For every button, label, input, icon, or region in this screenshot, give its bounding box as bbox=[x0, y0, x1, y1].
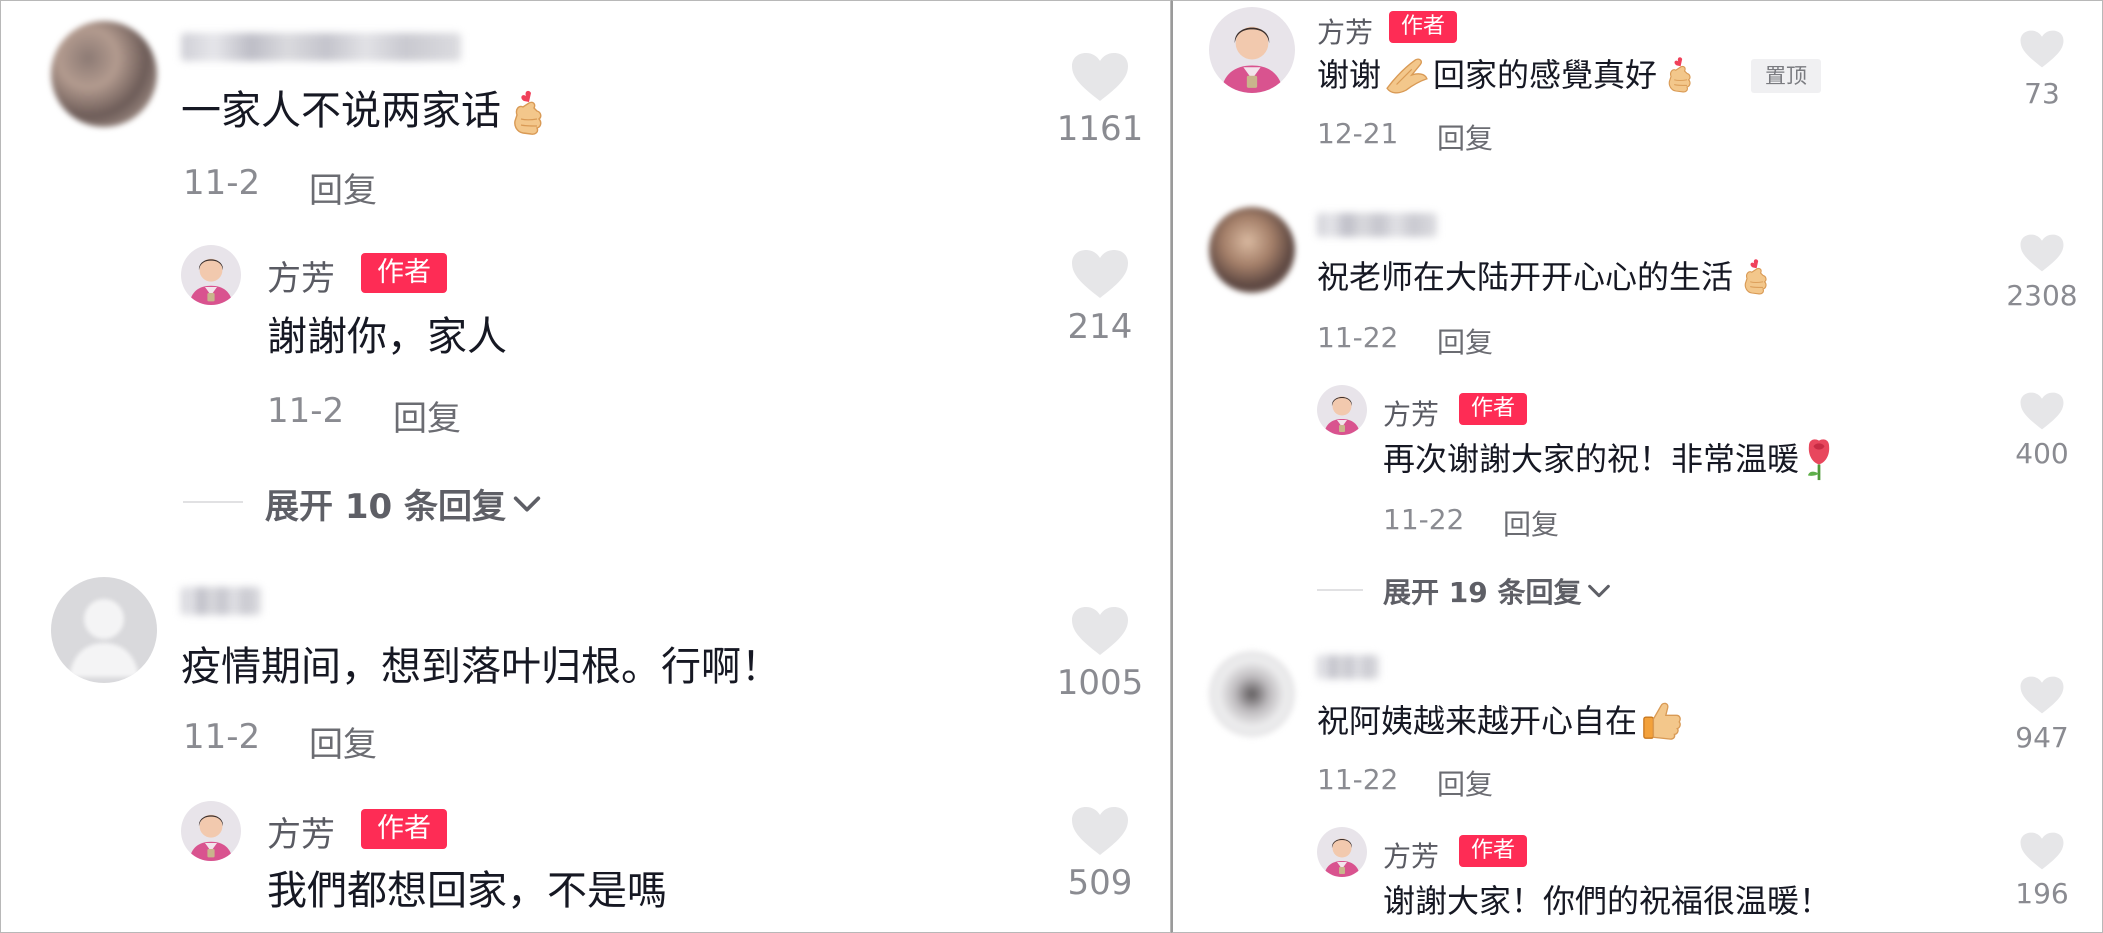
reply-text: 谢謝大家！你們的祝福很温暖！ bbox=[1383, 882, 1832, 920]
author-avatar[interactable] bbox=[1209, 7, 1295, 93]
finger-heart-emoji bbox=[1739, 257, 1771, 297]
finger-heart-emoji bbox=[507, 89, 547, 137]
chevron-down-icon bbox=[510, 487, 544, 521]
comment-text: 一家人不说两家话 bbox=[181, 85, 547, 137]
comment-date: 11-22 bbox=[1317, 321, 1399, 354]
reply-button[interactable]: 回复 bbox=[309, 717, 377, 766]
finger-heart-emoji bbox=[1663, 55, 1695, 95]
pinned-comment-text: 谢谢 回家的感覺真好 bbox=[1317, 53, 1695, 97]
like-count: 509 bbox=[1067, 863, 1133, 903]
author-badge: 作者 bbox=[361, 809, 447, 849]
author-avatar[interactable] bbox=[181, 245, 241, 305]
user-avatar[interactable] bbox=[51, 21, 157, 127]
chevron-down-icon bbox=[1585, 577, 1613, 605]
folded-hands-emoji bbox=[1383, 56, 1431, 94]
divider bbox=[1317, 589, 1363, 591]
reply-text: 謝謝你，家人 bbox=[267, 314, 507, 360]
reply-date: 11-2 bbox=[267, 391, 345, 431]
heart-icon[interactable] bbox=[2019, 29, 2065, 69]
comment-text: 祝老师在大陆开开心心的生活 bbox=[1317, 255, 1771, 299]
comment-text: 祝阿姨越来越开心自在 bbox=[1317, 699, 1683, 743]
author-name[interactable]: 方芳 bbox=[1317, 11, 1373, 51]
user-avatar[interactable] bbox=[1209, 651, 1295, 737]
like-count: 1005 bbox=[1056, 663, 1144, 703]
like-count: 196 bbox=[2015, 877, 2069, 910]
reply-button[interactable]: 回复 bbox=[393, 391, 461, 440]
reply-button[interactable]: 回复 bbox=[1437, 763, 1493, 803]
reply-date: 11-22 bbox=[1383, 503, 1465, 536]
heart-icon[interactable] bbox=[1070, 605, 1130, 657]
comment-date: 12-21 bbox=[1317, 117, 1399, 150]
expand-replies-button[interactable]: 展开 10 条回复 bbox=[265, 479, 544, 528]
pinned-badge: 置顶 bbox=[1751, 59, 1821, 93]
author-badge: 作者 bbox=[1459, 835, 1527, 867]
author-avatar[interactable] bbox=[181, 801, 241, 861]
like-count: 73 bbox=[2024, 77, 2060, 110]
like-count: 947 bbox=[2015, 721, 2069, 754]
divider bbox=[183, 501, 243, 503]
like-count: 1161 bbox=[1056, 109, 1144, 149]
like-count: 214 bbox=[1067, 307, 1133, 347]
comment-date: 11-22 bbox=[1317, 763, 1399, 796]
author-name[interactable]: 方芳 bbox=[1383, 393, 1439, 433]
reply-button[interactable]: 回复 bbox=[1503, 503, 1559, 543]
user-avatar[interactable] bbox=[51, 577, 157, 683]
author-name[interactable]: 方芳 bbox=[1383, 835, 1439, 875]
username-blurred[interactable] bbox=[1317, 213, 1437, 237]
like-count: 2308 bbox=[2006, 279, 2078, 312]
heart-icon[interactable] bbox=[2019, 831, 2065, 871]
author-badge: 作者 bbox=[1389, 11, 1457, 43]
comments-panel-left: 一家人不说两家话 11-2 回复 1161 方芳 作者 謝謝你，家人 11-2 … bbox=[0, 0, 1171, 933]
author-name[interactable]: 方芳 bbox=[267, 251, 335, 300]
reply-button[interactable]: 回复 bbox=[309, 163, 377, 212]
author-avatar[interactable] bbox=[1317, 385, 1367, 435]
author-badge: 作者 bbox=[361, 253, 447, 293]
username-blurred[interactable] bbox=[181, 587, 261, 615]
reply-button[interactable]: 回复 bbox=[1437, 117, 1493, 157]
rose-emoji bbox=[1803, 437, 1835, 481]
user-avatar[interactable] bbox=[1209, 207, 1295, 293]
reply-text: 我們都想回家，不是嗎 bbox=[267, 868, 667, 914]
comment-date: 11-2 bbox=[183, 717, 261, 757]
comment-text: 疫情期间，想到落叶归根。行啊！ bbox=[181, 644, 781, 690]
author-avatar[interactable] bbox=[1317, 827, 1367, 877]
author-badge: 作者 bbox=[1459, 393, 1527, 425]
thumbs-up-emoji bbox=[1641, 700, 1683, 742]
heart-icon[interactable] bbox=[1070, 805, 1130, 857]
author-name[interactable]: 方芳 bbox=[267, 807, 335, 856]
username-blurred[interactable] bbox=[181, 33, 461, 61]
heart-icon[interactable] bbox=[1070, 248, 1130, 300]
heart-icon[interactable] bbox=[2019, 675, 2065, 715]
like-count: 400 bbox=[2015, 437, 2069, 470]
heart-icon[interactable] bbox=[2019, 391, 2065, 431]
comment-date: 11-2 bbox=[183, 163, 261, 203]
reply-button[interactable]: 回复 bbox=[1437, 321, 1493, 361]
heart-icon[interactable] bbox=[2019, 233, 2065, 273]
expand-replies-button[interactable]: 展开 19 条回复 bbox=[1383, 571, 1613, 611]
reply-text: 再次谢謝大家的祝！非常温暖 bbox=[1383, 437, 1835, 481]
comments-panel-right: 方芳 作者 谢谢 回家的感覺真好 置顶 12-21 回复 73 祝老师在大陆开开… bbox=[1171, 0, 2103, 933]
username-blurred[interactable] bbox=[1317, 655, 1379, 679]
heart-icon[interactable] bbox=[1070, 51, 1130, 103]
